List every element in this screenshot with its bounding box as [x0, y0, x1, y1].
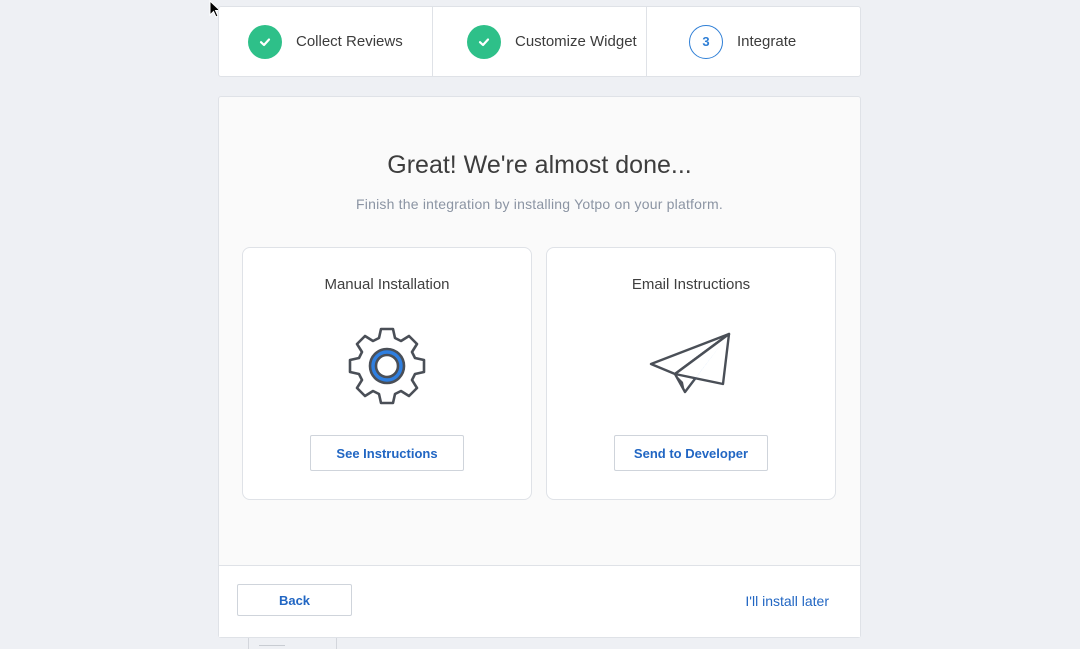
checkmark-icon: [248, 24, 282, 59]
progress-stepper: Collect Reviews Customize Widget 3 Integ…: [218, 6, 861, 77]
step-label: Collect Reviews: [296, 33, 403, 50]
install-later-link[interactable]: I'll install later: [745, 593, 829, 609]
paper-plane-icon: [649, 332, 731, 394]
page-title: Great! We're almost done...: [387, 151, 692, 179]
send-to-developer-button[interactable]: Send to Developer: [614, 435, 768, 471]
see-instructions-button[interactable]: See Instructions: [310, 435, 464, 471]
page-subtitle: Finish the integration by installing Yot…: [356, 196, 723, 212]
checkmark-icon: [467, 24, 501, 59]
step-integrate[interactable]: 3 Integrate: [647, 7, 860, 76]
gear-icon: [348, 327, 426, 405]
card-title: Email Instructions: [631, 276, 751, 293]
step-customize-widget[interactable]: Customize Widget: [433, 7, 647, 76]
background-tab-fragment: [248, 638, 337, 649]
step-collect-reviews[interactable]: Collect Reviews: [219, 7, 433, 76]
back-button[interactable]: Back: [237, 584, 352, 616]
step-number-badge: 3: [689, 24, 723, 59]
step-label: Customize Widget: [515, 33, 637, 50]
step-label: Integrate: [737, 33, 797, 50]
manual-installation-card: Manual Installation See Instructions: [242, 247, 532, 500]
card-title: Manual Installation: [324, 276, 450, 293]
integration-panel: Great! We're almost done... Finish the i…: [218, 96, 861, 638]
panel-footer: Back I'll install later: [219, 565, 860, 637]
email-instructions-card: Email Instructions Send to Developer: [546, 247, 836, 500]
